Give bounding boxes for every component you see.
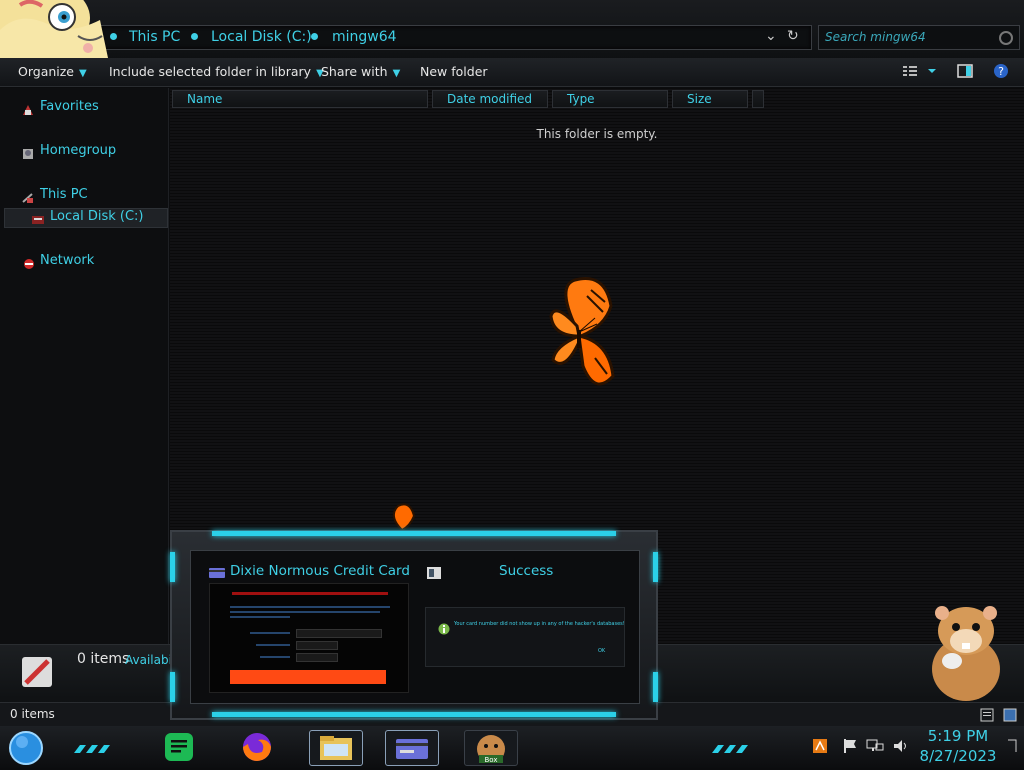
network-icon bbox=[22, 255, 34, 269]
credit-card-dialog-frame: Dixie Normous Credit Card ... Success Yo… bbox=[170, 530, 658, 720]
success-message-panel: Your card number did not show up in any … bbox=[425, 607, 625, 667]
dialog-inner: Dixie Normous Credit Card ... Success Yo… bbox=[190, 550, 640, 704]
security-code-field[interactable] bbox=[296, 653, 338, 662]
show-desktop-icon[interactable] bbox=[1006, 738, 1020, 758]
nav-item-local-disk[interactable]: Local Disk (C:) bbox=[50, 209, 143, 224]
empty-folder-message: This folder is empty. bbox=[536, 127, 658, 141]
credit-card-window-title[interactable]: Dixie Normous Credit Card ... bbox=[230, 563, 410, 579]
nav-item-network[interactable]: Network bbox=[40, 253, 94, 268]
details-item-count: 0 items bbox=[77, 651, 130, 667]
form-text-line bbox=[230, 611, 380, 613]
butterfly-image bbox=[549, 277, 615, 386]
breadcrumb-separator-icon bbox=[191, 33, 198, 40]
breadcrumb-separator-icon bbox=[110, 33, 117, 40]
taskbar-decoration-icon bbox=[712, 740, 756, 759]
form-field-label bbox=[256, 644, 290, 646]
form-field-label bbox=[250, 632, 290, 634]
taskbar: Box 5:19 PM 8/27/2023 bbox=[0, 726, 1024, 768]
column-header-type[interactable]: Type bbox=[552, 90, 668, 108]
nav-item-homegroup[interactable]: Homegroup bbox=[40, 143, 116, 158]
frame-accent-bar bbox=[212, 712, 616, 717]
drive-thumbnail-icon bbox=[20, 655, 54, 693]
new-folder-button[interactable]: New folder bbox=[420, 64, 488, 79]
details-view-icon[interactable] bbox=[980, 707, 994, 726]
taskbar-bonzi-box-app[interactable]: Box bbox=[464, 730, 518, 766]
address-bar[interactable]: This PC Local Disk (C:) mingw64 ⌄ ↻ bbox=[100, 25, 812, 50]
check-card-button[interactable] bbox=[230, 670, 386, 684]
butterfly-image-small bbox=[392, 503, 416, 532]
taskbar-file-explorer[interactable] bbox=[309, 730, 363, 766]
include-in-library-button[interactable]: Include selected folder in library ▼ bbox=[109, 64, 324, 79]
column-header-size[interactable]: Size bbox=[672, 90, 748, 108]
start-orb-icon[interactable] bbox=[8, 730, 44, 770]
column-header-date-modified[interactable]: Date modified bbox=[432, 90, 548, 108]
svg-text:Box: Box bbox=[484, 756, 497, 764]
view-options-icon[interactable] bbox=[902, 63, 936, 83]
preview-pane-icon[interactable] bbox=[957, 63, 973, 83]
drive-icon bbox=[31, 211, 44, 224]
explorer-title-bar: This PC Local Disk (C:) mingw64 ⌄ ↻ Sear… bbox=[0, 0, 1024, 60]
nav-item-this-pc[interactable]: This PC bbox=[40, 187, 88, 202]
search-icon[interactable] bbox=[999, 31, 1013, 45]
homegroup-icon bbox=[22, 145, 34, 159]
clock-date[interactable]: 8/27/2023 bbox=[918, 747, 998, 765]
action-center-flag-icon[interactable] bbox=[842, 738, 858, 758]
frame-accent-bar bbox=[170, 552, 175, 582]
hamster-image bbox=[932, 606, 1000, 701]
share-with-button[interactable]: Share with ▼ bbox=[321, 64, 400, 79]
form-field-label bbox=[260, 656, 290, 658]
message-window-icon bbox=[427, 564, 441, 583]
clock-time[interactable]: 5:19 PM bbox=[918, 727, 998, 745]
breadcrumb-local-disk[interactable]: Local Disk (C:) bbox=[211, 29, 312, 45]
column-header-spacer bbox=[752, 90, 764, 108]
taskbar-decoration-icon bbox=[74, 740, 114, 759]
svg-text:?: ? bbox=[998, 65, 1004, 78]
search-box[interactable]: Search mingw64 bbox=[818, 25, 1020, 50]
notes-app-icon[interactable] bbox=[162, 730, 196, 768]
large-icons-view-icon[interactable] bbox=[1003, 707, 1017, 726]
frame-accent-bar bbox=[212, 531, 616, 536]
column-header-name[interactable]: Name bbox=[172, 90, 428, 108]
search-placeholder: Search mingw64 bbox=[825, 30, 926, 44]
chevron-down-icon: ▼ bbox=[392, 68, 401, 79]
success-window-title[interactable]: Success bbox=[499, 563, 553, 579]
card-number-field[interactable] bbox=[296, 629, 382, 638]
organize-button[interactable]: Organize ▼ bbox=[18, 64, 87, 79]
info-icon bbox=[438, 620, 450, 639]
network-tray-icon[interactable] bbox=[866, 738, 884, 758]
help-icon[interactable]: ? bbox=[993, 63, 1009, 83]
credit-card-app-icon bbox=[209, 564, 225, 583]
nav-item-favorites[interactable]: Favorites bbox=[40, 99, 99, 114]
frame-accent-bar bbox=[170, 672, 175, 702]
frame-accent-bar bbox=[653, 552, 658, 582]
favorites-icon bbox=[22, 101, 34, 115]
command-bar: Organize ▼ Include selected folder in lib… bbox=[0, 58, 1024, 87]
cartoon-character-logo bbox=[0, 0, 108, 58]
taskbar-credit-card-app[interactable] bbox=[385, 730, 439, 766]
chevron-down-icon[interactable]: ⌄ bbox=[765, 28, 777, 44]
form-text-line bbox=[230, 606, 390, 608]
form-text-line bbox=[230, 616, 290, 618]
tray-app-icon[interactable] bbox=[812, 738, 828, 758]
this-pc-icon bbox=[22, 189, 34, 203]
frame-accent-bar bbox=[653, 672, 658, 702]
expiration-date-field[interactable] bbox=[296, 641, 338, 650]
refresh-icon[interactable]: ↻ bbox=[787, 28, 799, 44]
breadcrumb-separator-icon bbox=[311, 33, 318, 40]
form-heading-bar bbox=[232, 592, 388, 595]
volume-icon[interactable] bbox=[892, 738, 908, 758]
chevron-down-icon: ▼ bbox=[79, 68, 87, 79]
status-item-count: 0 items bbox=[10, 707, 55, 721]
breadcrumb-mingw64[interactable]: mingw64 bbox=[332, 29, 397, 45]
navigation-pane: Favorites Homegroup This PC Local Disk (… bbox=[0, 88, 169, 644]
breadcrumb-this-pc[interactable]: This PC bbox=[129, 29, 180, 45]
credit-card-form bbox=[209, 583, 409, 693]
firefox-icon[interactable] bbox=[240, 730, 274, 768]
success-message-text: Your card number did not show up in any … bbox=[454, 621, 625, 627]
ok-button[interactable]: OK bbox=[598, 648, 605, 654]
